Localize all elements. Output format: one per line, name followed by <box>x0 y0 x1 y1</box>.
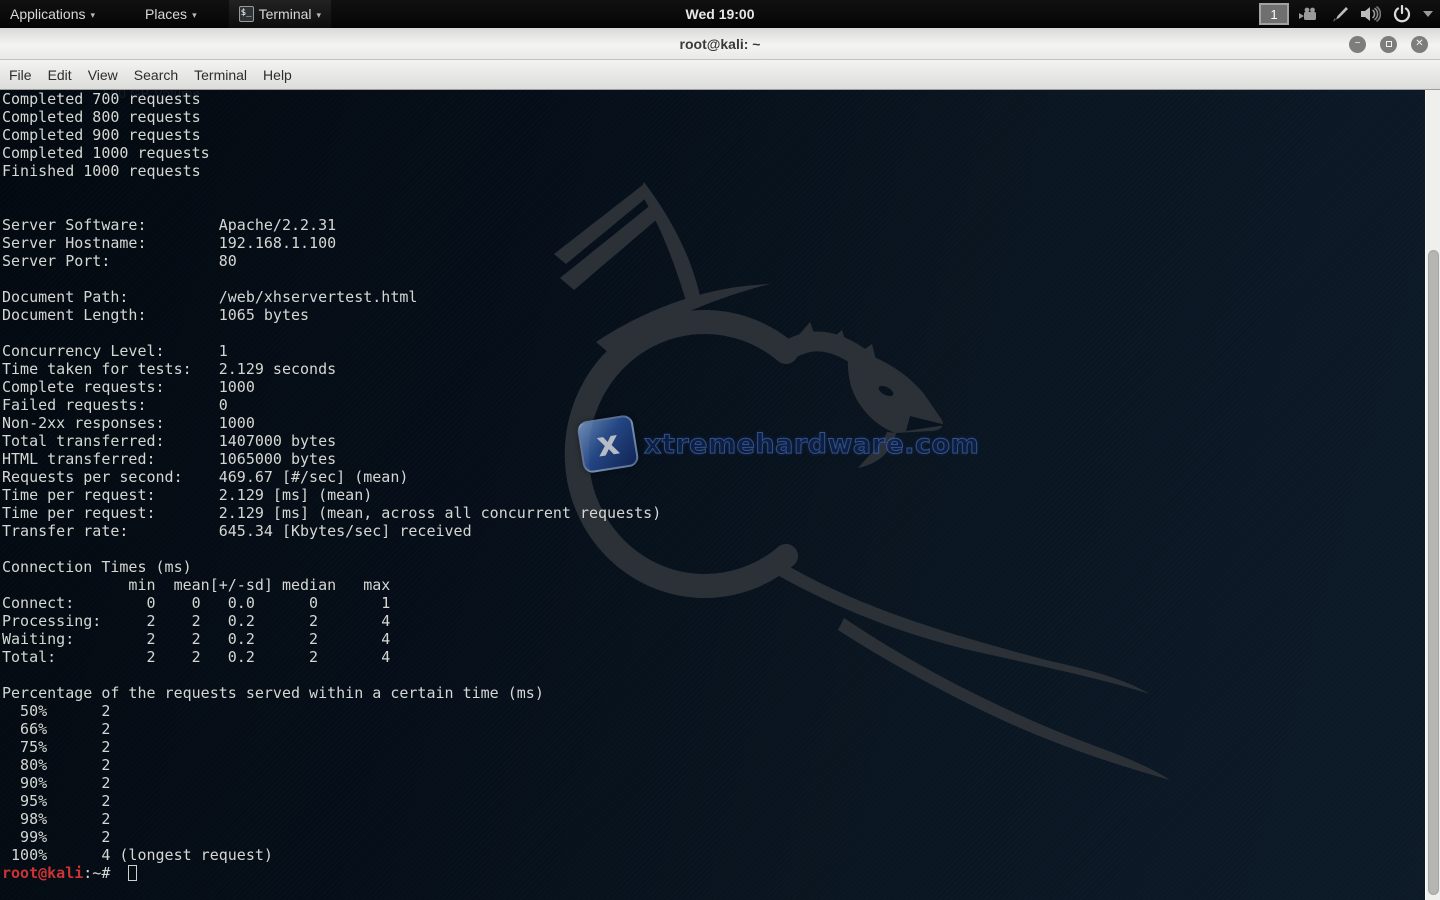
terminal-output: Completed 700 requests Completed 800 req… <box>2 90 661 864</box>
window-titlebar[interactable]: root@kali: ~ − ✕ <box>0 28 1440 60</box>
menu-edit[interactable]: Edit <box>40 63 80 87</box>
terminal-scrollbar[interactable] <box>1425 90 1440 900</box>
chevron-down-icon: ▾ <box>317 10 322 21</box>
active-app-menu[interactable]: $_ Terminal ▾ <box>229 0 331 28</box>
screen-recorder-icon[interactable] <box>1298 3 1320 25</box>
terminal-icon: $_ <box>239 6 254 22</box>
minimize-button[interactable]: − <box>1349 36 1366 53</box>
chevron-down-icon: ▾ <box>91 10 96 21</box>
scrollbar-thumb[interactable] <box>1428 250 1439 895</box>
volume-icon[interactable] <box>1360 3 1382 25</box>
close-button[interactable]: ✕ <box>1411 36 1428 53</box>
clock[interactable]: Wed 19:00 <box>686 6 755 22</box>
menu-file[interactable]: File <box>1 63 40 87</box>
prompt-path: :~# <box>83 864 119 882</box>
menu-terminal[interactable]: Terminal <box>186 63 255 87</box>
places-menu-label: Places <box>145 6 187 22</box>
menu-view[interactable]: View <box>80 63 126 87</box>
chevron-down-icon[interactable] <box>1422 3 1434 25</box>
menu-search[interactable]: Search <box>126 63 186 87</box>
applications-menu-label: Applications <box>10 6 86 22</box>
gnome-top-bar: Applications ▾ Places ▾ $_ Terminal ▾ We… <box>0 0 1440 28</box>
places-menu[interactable]: Places ▾ <box>135 0 207 28</box>
pen-icon[interactable] <box>1329 3 1351 25</box>
desktop: 500 GB Volume Applications ▾ Places ▾ $_… <box>0 0 1440 900</box>
prompt-user: root@kali <box>2 864 83 882</box>
terminal-viewport[interactable]: Completed 700 requests Completed 800 req… <box>0 90 1440 900</box>
active-app-label: Terminal <box>259 6 312 22</box>
power-icon[interactable] <box>1391 3 1413 25</box>
system-tray: 1 <box>1259 0 1434 28</box>
window-title: root@kali: ~ <box>680 36 761 52</box>
applications-menu[interactable]: Applications ▾ <box>0 0 105 28</box>
maximize-button[interactable] <box>1380 36 1397 53</box>
window-controls: − ✕ <box>1349 28 1428 60</box>
chevron-down-icon: ▾ <box>192 10 197 21</box>
terminal-cursor <box>128 865 137 881</box>
menu-help[interactable]: Help <box>255 63 300 87</box>
terminal-menubar: File Edit View Search Terminal Help <box>0 60 1440 90</box>
terminal-prompt-line: root@kali :~# <box>2 864 137 882</box>
workspace-indicator[interactable]: 1 <box>1259 3 1289 25</box>
